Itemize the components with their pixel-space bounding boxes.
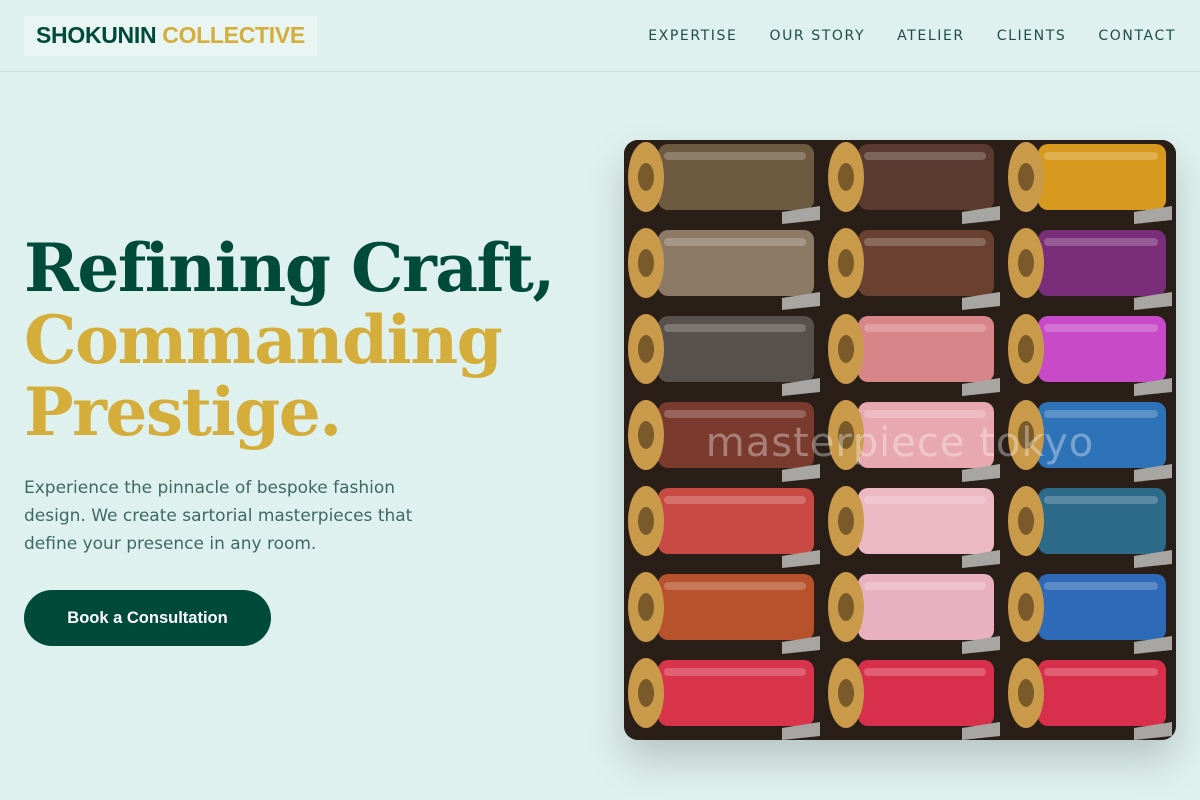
thread-highlight — [864, 410, 986, 418]
spool-hole — [638, 593, 654, 621]
spool-hole — [838, 335, 854, 363]
spool-hole — [838, 593, 854, 621]
thread-highlight — [664, 582, 806, 590]
headline-line-2: Commanding — [24, 301, 503, 379]
thread-highlight — [864, 668, 986, 676]
spool-hole — [638, 335, 654, 363]
thread-highlight — [664, 324, 806, 332]
spool-hole — [638, 163, 654, 191]
thread-highlight — [1044, 324, 1158, 332]
spool-hole — [838, 507, 854, 535]
spool-hole — [838, 249, 854, 277]
spool-hole — [1018, 507, 1034, 535]
hero-image-thread-spools: masterpiece tokyo — [624, 140, 1176, 740]
thread-highlight — [864, 152, 986, 160]
spool-hole — [638, 507, 654, 535]
thread-highlight — [664, 152, 806, 160]
headline-line-1: Refining Craft, — [24, 229, 555, 307]
thread-highlight — [864, 324, 986, 332]
nav-item-expertise[interactable]: EXPERTISE — [648, 28, 737, 44]
thread-highlight — [1044, 668, 1158, 676]
thread-highlight — [1044, 238, 1158, 246]
thread-highlight — [1044, 582, 1158, 590]
hero-headline: Refining Craft, Commanding Prestige. — [24, 232, 584, 448]
spool-hole — [1018, 163, 1034, 191]
brand-name-part1: SHOKUNIN — [36, 22, 157, 48]
thread-highlight — [1044, 410, 1158, 418]
hero-description: Experience the pinnacle of bespoke fashi… — [24, 478, 413, 554]
thread-highlight — [864, 496, 986, 504]
spool-hole — [838, 679, 854, 707]
spool-hole — [1018, 593, 1034, 621]
site-header: SHOKUNIN COLLECTIVE EXPERTISE OUR STORY … — [0, 0, 1200, 72]
brand-name-part2: COLLECTIVE — [162, 22, 305, 48]
spool-hole — [638, 249, 654, 277]
headline-line-3: Prestige. — [24, 373, 342, 451]
thread-highlight — [664, 410, 806, 418]
spool-hole — [1018, 679, 1034, 707]
nav-item-our-story[interactable]: OUR STORY — [769, 28, 865, 44]
thread-highlight — [864, 582, 986, 590]
nav-item-clients[interactable]: CLIENTS — [997, 28, 1067, 44]
spool-hole — [1018, 335, 1034, 363]
brand-logo[interactable]: SHOKUNIN COLLECTIVE — [24, 15, 317, 56]
thread-highlight — [1044, 496, 1158, 504]
nav-item-contact[interactable]: CONTACT — [1098, 28, 1176, 44]
thread-highlight — [664, 496, 806, 504]
thread-highlight — [664, 238, 806, 246]
spool-hole — [1018, 249, 1034, 277]
thread-highlight — [664, 668, 806, 676]
spool-hole — [638, 679, 654, 707]
book-consultation-button[interactable]: Book a Consultation — [24, 590, 271, 646]
spool-hole — [838, 163, 854, 191]
thread-highlight — [1044, 152, 1158, 160]
main-nav: EXPERTISE OUR STORY ATELIER CLIENTS CONT… — [648, 28, 1176, 44]
thread-highlight — [864, 238, 986, 246]
image-watermark: masterpiece tokyo — [705, 420, 1095, 466]
nav-item-atelier[interactable]: ATELIER — [897, 28, 965, 44]
